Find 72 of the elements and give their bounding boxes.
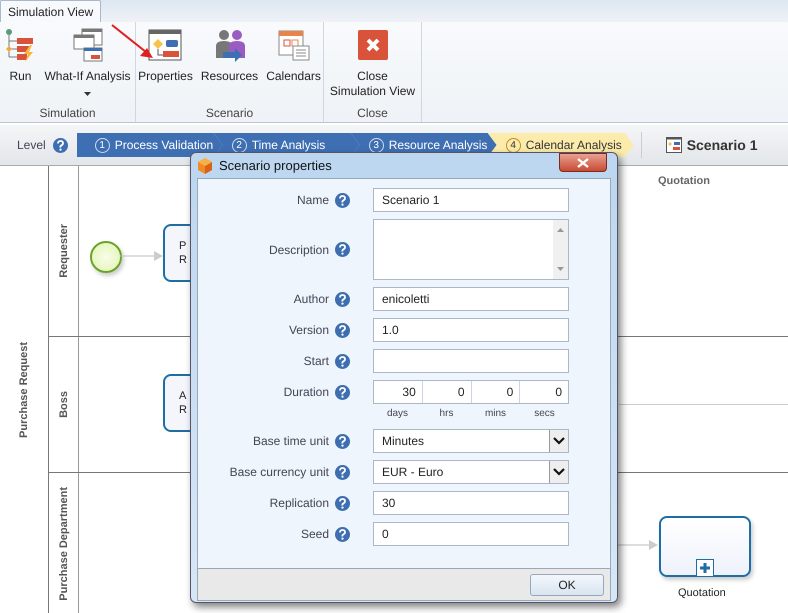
cube-icon [197,158,213,174]
help-icon[interactable] [335,292,350,306]
field-label: Base currency unit [230,465,329,479]
help-icon[interactable] [52,138,68,152]
dialog-title: Scenario properties [219,158,332,173]
level-label: Level [17,138,46,152]
pool-label: Purchase Request [18,342,30,438]
help-icon[interactable] [335,464,350,480]
field-label: Seed [300,527,329,541]
field-label: Version [288,323,329,337]
task-label: R [179,253,188,267]
help-icon[interactable] [335,384,350,400]
group-label: Simulation [39,106,96,122]
properties-icon [148,28,182,62]
help-icon[interactable] [335,192,350,208]
field-label: Author [294,292,329,306]
annotation-arrow [111,24,155,60]
ribbon-button[interactable]: Close Simulation View [326,28,420,106]
field-label: Duration [284,385,329,399]
level-step[interactable]: 1 Process Validation [76,133,223,157]
unit-label: mins [484,408,508,418]
help-icon[interactable] [335,242,350,257]
text-field[interactable]: 30 [373,491,569,515]
dropdown[interactable]: EUR - Euro [373,460,569,484]
dropdown[interactable]: Minutes [373,429,569,453]
ribbon-button[interactable]: Properties [135,28,196,106]
sequence-flow [120,251,164,261]
close-icon [356,28,390,62]
ribbon-button[interactable]: Resources [198,28,262,106]
task-label: A [179,389,188,403]
unit-label: days [386,408,410,418]
field-label: Base time unit [252,434,329,448]
text-field[interactable]: Scenario 1 [373,188,569,212]
text-field[interactable]: 0 [373,522,569,546]
ribbon-tab[interactable]: Simulation View [0,0,102,22]
chevron-icon [553,468,565,476]
field-label: Name [296,193,329,207]
ribbon-button[interactable]: Run [1,28,40,106]
field-label: Replication [270,496,329,510]
help-icon[interactable] [335,322,350,338]
task-label: P [179,239,188,253]
close-icon [577,158,589,168]
scenario-name: Scenario 1 [686,137,758,153]
calendar-icon [276,28,311,62]
group-label: Close [357,106,388,122]
column-header: Quotation [658,175,710,187]
caret-icon [84,92,91,96]
windows-icon [72,28,104,62]
ribbon-button[interactable]: Calendars [263,28,324,106]
help-icon[interactable] [335,496,350,510]
unit-label: hrs [438,408,454,418]
ok-button[interactable]: OK [530,574,604,596]
lane-label: Requester [58,224,70,278]
text-field[interactable] [373,349,569,373]
text-field[interactable]: 1.0 [373,318,569,342]
lane-label: Purchase Department [58,486,70,600]
unit-label: secs [533,408,556,418]
task-label: R [179,403,188,417]
help-icon[interactable] [335,526,350,542]
chevron-icon [553,437,565,445]
subprocess-label: Quotation [678,587,726,599]
text-field[interactable]: enicoletti [373,287,569,311]
help-icon[interactable] [335,354,350,368]
group-label: Scenario [206,106,254,122]
scenario-icon [666,137,682,153]
help-icon[interactable] [335,434,350,448]
lane-label: Boss [58,391,70,418]
field-label: Description [268,242,329,256]
ribbon-button[interactable]: What-If Analysis [41,28,134,106]
close-button[interactable] [559,153,607,172]
start-event [90,241,122,273]
field-label: Start [304,354,329,368]
